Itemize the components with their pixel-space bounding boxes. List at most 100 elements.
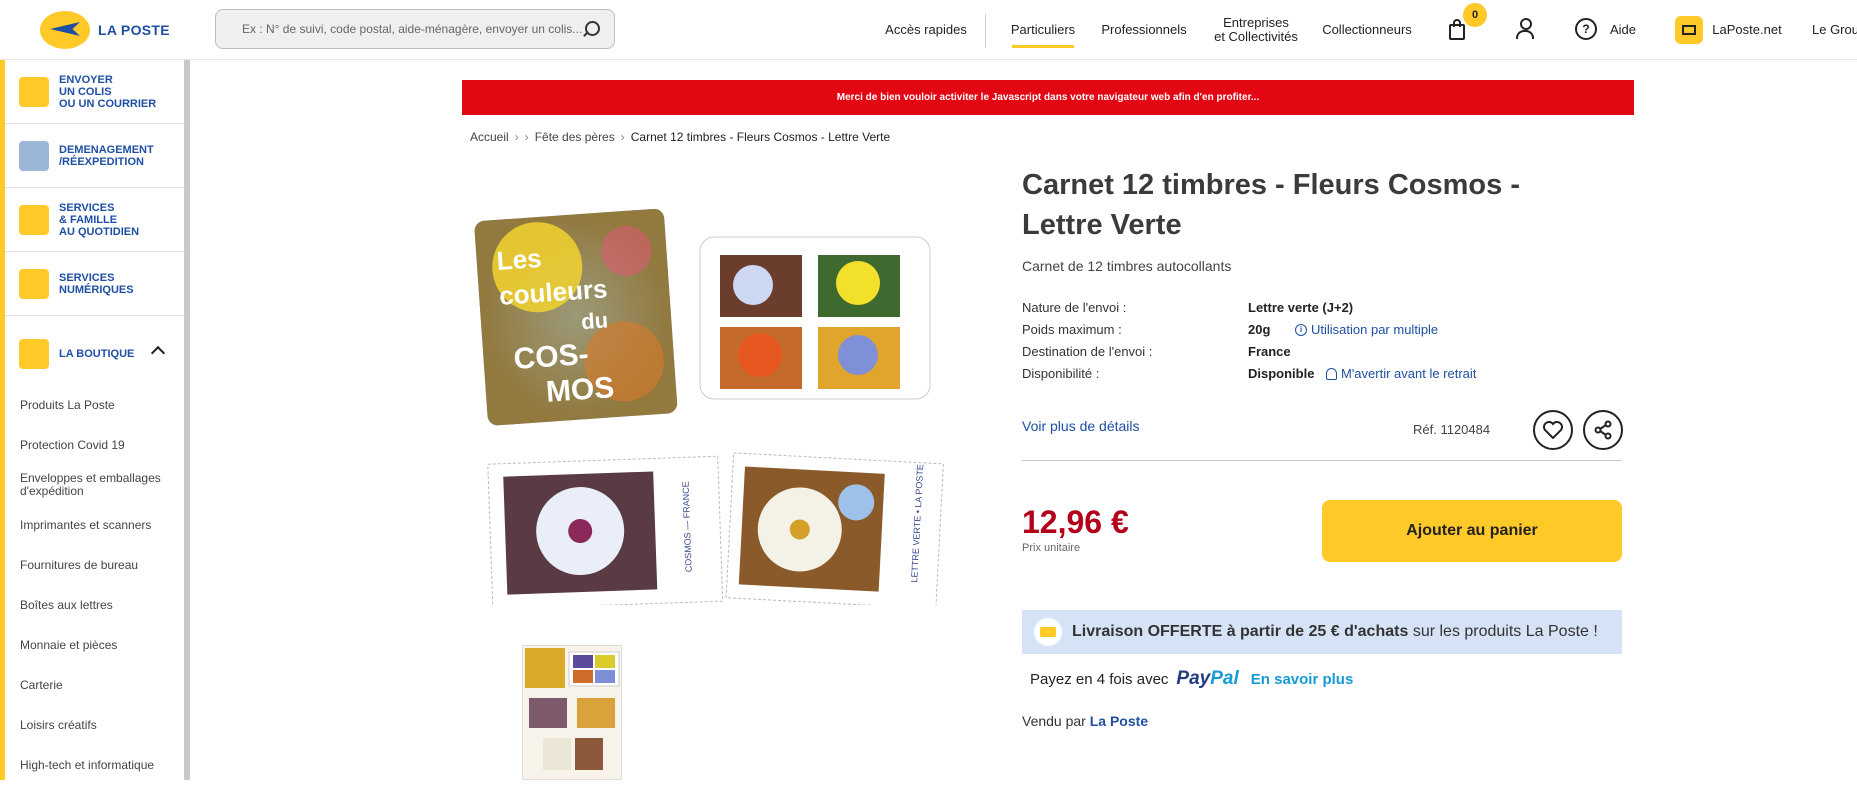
- family-icon: [19, 204, 49, 235]
- spec-label-destination: Destination de l'envoi :: [1022, 344, 1153, 359]
- bell-icon: [1326, 367, 1337, 380]
- sidebar-subitem-loisirs[interactable]: Loisirs créatifs: [20, 719, 180, 732]
- shopping-bag-icon: [1449, 24, 1465, 40]
- spec-label-nature: Nature de l'envoi :: [1022, 300, 1127, 315]
- stamp-booklet-image: Les couleurs du COS- MOS COSMOS — FRANCE…: [474, 208, 944, 610]
- chevron-right-icon: ›: [620, 130, 625, 144]
- spec-value-nature: Lettre verte (J+2): [1248, 300, 1354, 315]
- sold-by: Vendu par La Poste: [1022, 713, 1148, 729]
- product-reference: Réf. 1120484: [1413, 422, 1491, 437]
- nav-professionnels[interactable]: Professionnels: [1101, 0, 1186, 60]
- sidebar-subitem-boites[interactable]: Boîtes aux lettres: [20, 599, 180, 612]
- product-thumbnail[interactable]: [522, 645, 622, 780]
- box-icon: [19, 140, 49, 171]
- sidebar-item-label: DEMENAGEMENT /RÉEXPEDITION: [59, 143, 154, 168]
- nav-aide[interactable]: Aide: [1605, 0, 1641, 60]
- digital-icon: [19, 268, 49, 299]
- search-bar: [215, 9, 615, 49]
- chevron-up-icon: [150, 345, 166, 361]
- delivery-rest-text: sur les produits La Poste !: [1412, 623, 1598, 640]
- breadcrumb-parent[interactable]: Fête des pères: [535, 130, 615, 144]
- share-button[interactable]: [1583, 410, 1623, 450]
- sold-by-text: Vendu par: [1022, 713, 1086, 729]
- spec-value-poids: 20g: [1248, 322, 1271, 337]
- paypal-row: Payez en 4 fois avec PayPal En savoir pl…: [1030, 668, 1353, 690]
- spec-value-destination: France: [1248, 344, 1291, 359]
- breadcrumb: Accueil › › Fête des pères › Carnet 12 t…: [470, 130, 890, 144]
- cover-text-4: COS-: [513, 338, 590, 376]
- paypal-logo-pal: Pal: [1210, 668, 1239, 689]
- add-to-cart-button[interactable]: Ajouter au panier: [1322, 500, 1622, 562]
- sidebar-item-boutique[interactable]: LA BOUTIQUE: [5, 322, 185, 386]
- sidebar-subitem-covid[interactable]: Protection Covid 19: [20, 439, 180, 452]
- mail-icon[interactable]: [1675, 16, 1703, 44]
- info-icon: i: [1295, 323, 1307, 336]
- spec-value-disponibilite: Disponible: [1248, 366, 1315, 381]
- notify-link[interactable]: M'avertir avant le retrait: [1326, 366, 1476, 381]
- sidebar-item-label: SERVICES NUMÉRIQUES: [59, 271, 134, 296]
- product-subtitle: Carnet de 12 timbres autocollants: [1022, 258, 1232, 274]
- more-details-link[interactable]: Voir plus de détails: [1022, 418, 1140, 434]
- sidebar-subitem-monnaie[interactable]: Monnaie et pièces: [20, 639, 180, 652]
- nav-entreprises[interactable]: Entreprises et Collectivités: [1210, 0, 1302, 60]
- thumbnail-image: [525, 648, 620, 770]
- seller-link[interactable]: La Poste: [1090, 713, 1148, 729]
- shop-icon: [19, 339, 49, 369]
- javascript-warning-banner: Merci de bien vouloir activiter le Javas…: [462, 80, 1634, 115]
- free-delivery-banner: Livraison OFFERTE à partir de 25 € d'ach…: [1022, 610, 1622, 654]
- sidebar-item-demenagement[interactable]: DEMENAGEMENT /RÉEXPEDITION: [5, 124, 185, 188]
- breadcrumb-home[interactable]: Accueil: [470, 130, 509, 144]
- sidebar-item-services-famille[interactable]: SERVICES & FAMILLE AU QUOTIDIEN: [5, 188, 185, 252]
- sidebar-item-envoyer[interactable]: ENVOYER UN COLIS OU UN COURRIER: [5, 60, 185, 124]
- paypal-logo-pay: Pay: [1176, 668, 1211, 689]
- site-header: LA POSTE Accès rapides Particuliers Prof…: [0, 0, 1857, 60]
- la-poste-logo[interactable]: LA POSTE: [40, 8, 170, 52]
- sidebar-subitem-produits[interactable]: Produits La Poste: [20, 399, 180, 412]
- notify-label: M'avertir avant le retrait: [1341, 366, 1477, 381]
- cart-count-badge: 0: [1463, 3, 1487, 27]
- paypal-more-link[interactable]: En savoir plus: [1251, 671, 1354, 688]
- help-icon[interactable]: ?: [1575, 18, 1597, 40]
- nav-laposte-net[interactable]: LaPoste.net: [1712, 0, 1782, 60]
- logo-text: LA POSTE: [98, 22, 170, 38]
- divider: [1022, 460, 1622, 461]
- delivery-bold-text: Livraison OFFERTE à partir de 25 € d'ach…: [1072, 623, 1409, 640]
- product-price: 12,96 €: [1022, 504, 1129, 540]
- nav-divider: [985, 14, 986, 48]
- heart-icon: [1543, 421, 1563, 439]
- nav-le-groupe[interactable]: Le Grou: [1812, 0, 1857, 60]
- nav-quick-access[interactable]: Accès rapides: [866, 0, 986, 60]
- cover-text-3: du: [580, 307, 609, 334]
- account-icon[interactable]: [1514, 18, 1536, 40]
- chevron-right-icon: ›: [514, 130, 519, 144]
- spec-label-poids: Poids maximum :: [1022, 322, 1122, 337]
- search-input[interactable]: [242, 22, 582, 36]
- product-image[interactable]: Les couleurs du COS- MOS COSMOS — FRANCE…: [470, 195, 950, 610]
- multiple-usage-link[interactable]: i Utilisation par multiple: [1295, 322, 1438, 337]
- nav-particuliers[interactable]: Particuliers: [1011, 0, 1075, 60]
- plane-icon: [19, 76, 49, 107]
- delivery-truck-icon: [1034, 618, 1062, 646]
- la-poste-bird-icon: [40, 11, 90, 49]
- paypal-logo: PayPal: [1176, 668, 1238, 690]
- chevron-right-icon: ›: [524, 130, 529, 144]
- spec-label-disponibilite: Disponibilité :: [1022, 366, 1100, 381]
- sidebar-subitem-hightech[interactable]: High-tech et informatique: [20, 759, 180, 772]
- sidebar-item-label: LA BOUTIQUE: [59, 348, 135, 360]
- price-unit-label: Prix unitaire: [1022, 542, 1081, 554]
- breadcrumb-current: Carnet 12 timbres - Fleurs Cosmos - Lett…: [630, 130, 891, 144]
- paypal-text: Payez en 4 fois avec: [1030, 670, 1169, 688]
- sidebar-subitem-enveloppes[interactable]: Enveloppes et emballages d'expédition: [20, 472, 180, 498]
- multiple-usage-label: Utilisation par multiple: [1311, 322, 1439, 337]
- sidebar-subitem-carterie[interactable]: Carterie: [20, 679, 180, 692]
- sidebar-subitem-imprimantes[interactable]: Imprimantes et scanners: [20, 519, 180, 532]
- share-icon: [1594, 420, 1612, 440]
- sidebar-item-services-numeriques[interactable]: SERVICES NUMÉRIQUES: [5, 252, 185, 316]
- wishlist-button[interactable]: [1533, 410, 1573, 450]
- sidebar-subitem-fournitures[interactable]: Fournitures de bureau: [20, 559, 180, 572]
- search-icon[interactable]: [582, 20, 600, 38]
- cover-text-1: Les: [496, 243, 543, 276]
- sidebar-item-label: ENVOYER UN COLIS OU UN COURRIER: [59, 73, 157, 110]
- product-title: Carnet 12 timbres - Fleurs Cosmos - Lett…: [1022, 169, 1520, 241]
- nav-collectionneurs[interactable]: Collectionneurs: [1322, 0, 1412, 60]
